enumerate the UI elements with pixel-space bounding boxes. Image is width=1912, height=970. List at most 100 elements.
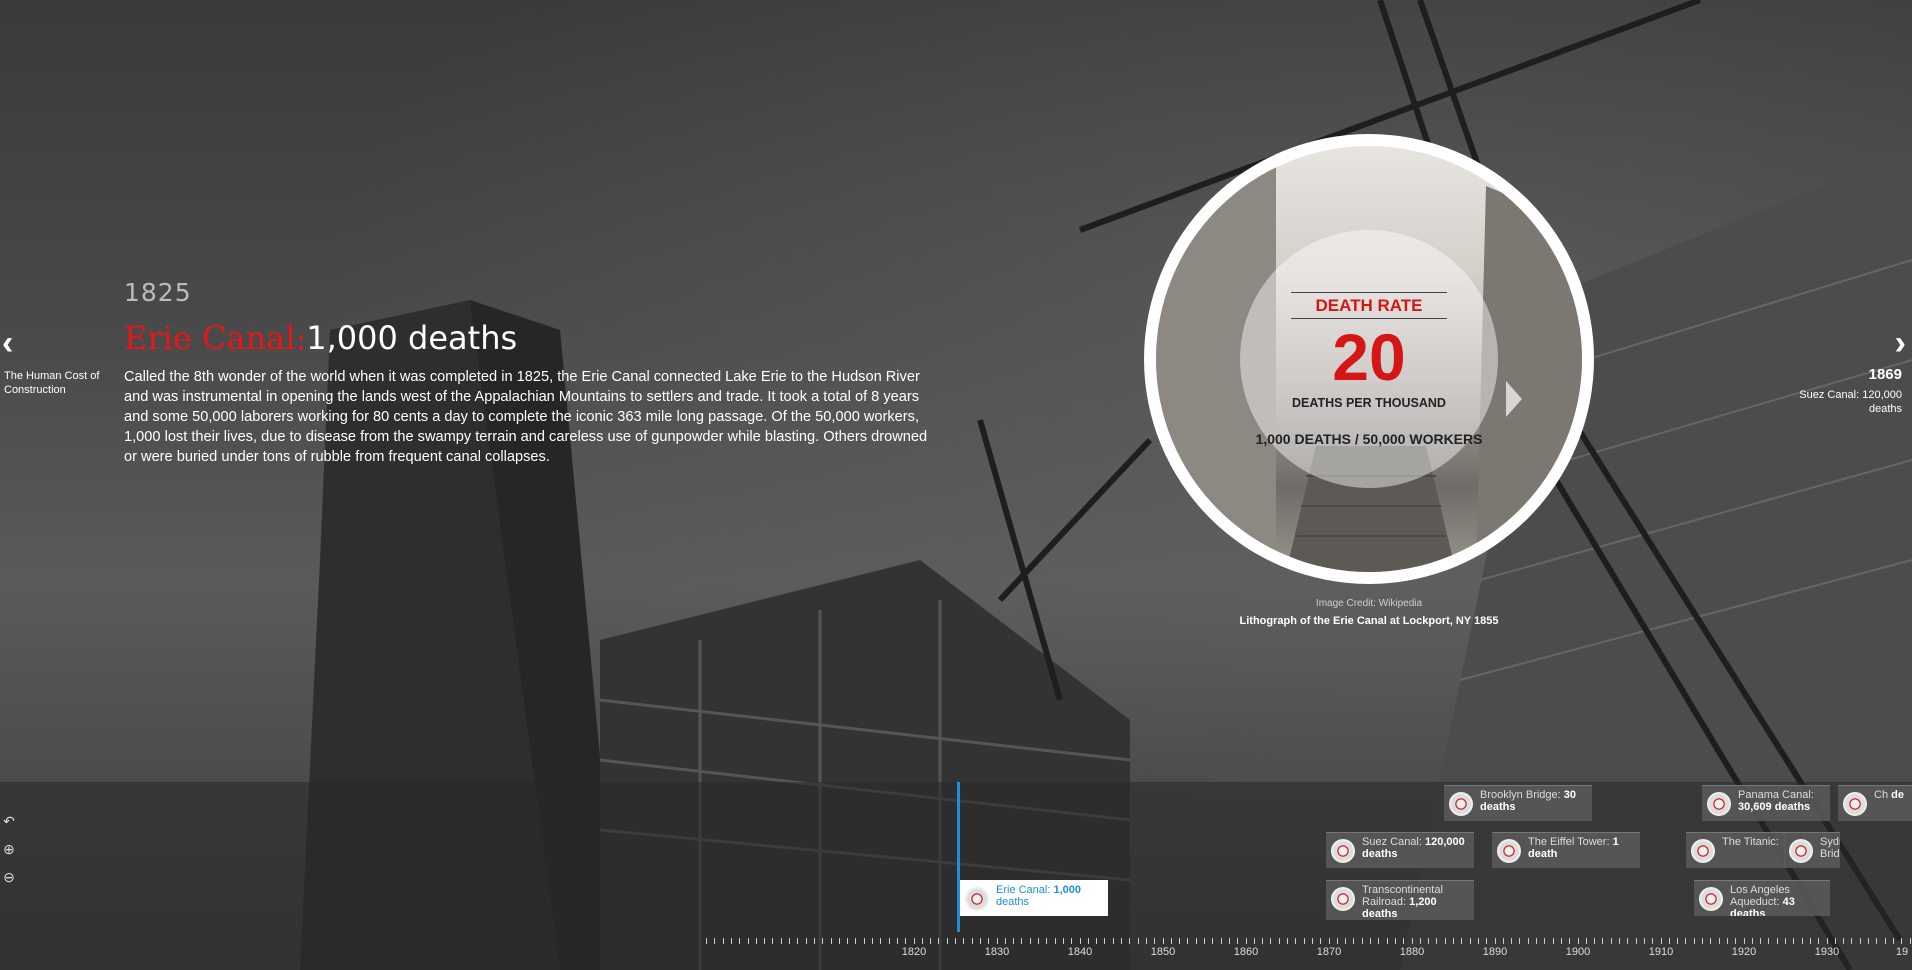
stat-label: DEATH RATE (1315, 296, 1423, 315)
axis-tick (1270, 938, 1272, 944)
slide-title: Erie Canal:1,000 deaths (124, 319, 944, 357)
axis-tick (764, 938, 766, 944)
axis-tick (1901, 938, 1903, 944)
prev-slide-label[interactable]: The Human Cost of Construction (4, 369, 104, 397)
timeline-event-panama-canal[interactable]: Panama Canal: 30,609 deaths (1702, 785, 1830, 821)
timeline-event-la-aqueduct[interactable]: Los Angeles Aqueduct: 43 deaths (1694, 880, 1830, 916)
event-deaths: 1,200 (1409, 896, 1437, 908)
axis-tick (1453, 938, 1454, 944)
event-suffix: deaths (1362, 848, 1398, 860)
axis-tick (1046, 938, 1048, 944)
axis-tick (1536, 938, 1537, 944)
slide-title-name: Erie Canal: (124, 319, 307, 357)
axis-tick (930, 938, 932, 944)
axis-tick (988, 938, 990, 944)
axis-tick (1386, 938, 1388, 944)
axis-tick (1668, 938, 1670, 944)
event-deaths: 120,000 (1425, 836, 1465, 848)
event-name: Suez Canal: (1362, 836, 1422, 848)
axis-tick (1137, 938, 1139, 944)
axis-tick (913, 938, 915, 944)
axis-tick (1544, 938, 1546, 944)
axis-tick (1303, 938, 1305, 944)
axis-label-1920: 1920 (1731, 946, 1757, 958)
event-thumbnail (965, 887, 989, 911)
axis-tick (1801, 938, 1803, 944)
axis-tick (1204, 938, 1205, 944)
axis-tick (1353, 938, 1355, 944)
timeline-axis[interactable]: 1820 1830 1840 1850 1860 1870 1880 1890 … (0, 934, 1912, 970)
death-rate-stat: DEATH RATE 20 DEATHS PER THOUSAND 1,000 … (1156, 146, 1582, 572)
back-arrow-icon[interactable]: ↶ (0, 812, 18, 830)
axis-tick (805, 938, 807, 944)
axis-label-1910: 1910 (1648, 946, 1674, 958)
axis-tick (1428, 938, 1430, 944)
axis-tick (1585, 938, 1587, 944)
timeline[interactable]: ↶ ⊕ ⊖ Erie Canal: 1,000 deaths Transcont… (0, 782, 1912, 970)
event-name: Panama Canal: (1738, 789, 1814, 801)
timeline-event-titanic[interactable]: The Titanic: (1686, 832, 1786, 868)
axis-tick (1735, 938, 1737, 944)
axis-tick (789, 938, 790, 944)
axis-tick (1610, 938, 1612, 944)
lithograph-image: DEATH RATE 20 DEATHS PER THOUSAND 1,000 … (1156, 146, 1582, 572)
image-credit: Image Credit: Wikipedia (1315, 598, 1423, 609)
axis-label-1870: 1870 (1316, 946, 1342, 958)
timeline-event-sydney-bridge[interactable]: Sydn Bridg (1784, 832, 1840, 868)
timeline-event-transcontinental[interactable]: Transcontinental Railroad: 1,200 deaths (1326, 880, 1474, 920)
timeline-event-partial[interactable]: Ch de (1838, 785, 1912, 821)
axis-tick (855, 938, 857, 944)
timeline-event-erie-canal[interactable]: Erie Canal: 1,000 deaths (960, 880, 1108, 916)
event-deaths: 1 (1612, 836, 1619, 848)
axis-tick (1843, 938, 1845, 944)
axis-tick (1726, 938, 1728, 944)
axis-tick (971, 938, 973, 944)
axis-tick (1370, 938, 1371, 944)
event-name: Brooklyn Bridge: (1480, 789, 1561, 801)
axis-tick (1776, 938, 1778, 944)
slide-body: Called the 8th wonder of the world when … (124, 369, 928, 465)
axis-label-1820: 1820 (901, 946, 927, 958)
axis-tick (1079, 938, 1081, 944)
axis-tick (830, 938, 832, 944)
zoom-in-icon[interactable]: ⊕ (0, 840, 18, 858)
next-slide-year[interactable]: 1869 (1869, 366, 1902, 383)
axis-tick (1336, 938, 1338, 944)
timeline-event-suez-canal[interactable]: Suez Canal: 120,000 deaths (1326, 832, 1474, 868)
axis-tick (1287, 938, 1288, 944)
timeline-event-eiffel-tower[interactable]: The Eiffel Tower: 1 death (1492, 832, 1640, 868)
next-slide-button[interactable]: › (1895, 326, 1906, 360)
axis-tick (1660, 938, 1662, 944)
axis-tick (979, 938, 981, 944)
prev-slide-button[interactable]: ‹ (2, 326, 13, 360)
event-name: The Titanic: (1722, 836, 1779, 848)
axis-tick (1029, 938, 1031, 944)
axis-tick (1411, 938, 1413, 944)
next-slide-label[interactable]: Suez Canal: 120,000 deaths (1792, 388, 1902, 416)
axis-tick (1038, 938, 1039, 944)
stat-ratio: 1,000 DEATHS / 50,000 WORKERS (1255, 431, 1483, 447)
event-suffix: deaths (1480, 801, 1516, 813)
axis-tick (1237, 938, 1239, 944)
axis-tick (1793, 938, 1795, 944)
event-name: Ch (1874, 789, 1889, 801)
axis-tick (1710, 938, 1712, 944)
axis-tick (1328, 938, 1330, 944)
axis-tick (1834, 938, 1836, 944)
axis-tick (1486, 938, 1488, 944)
axis-tick (1909, 938, 1911, 944)
axis-tick (1519, 938, 1521, 944)
axis-tick (1220, 938, 1222, 944)
zoom-out-icon[interactable]: ⊖ (0, 868, 18, 886)
axis-tick (1818, 938, 1820, 944)
axis-tick (1129, 938, 1131, 944)
axis-tick (880, 938, 882, 944)
axis-tick (797, 938, 799, 944)
image-caption: Lithograph of the Erie Canal at Lockport… (1239, 615, 1499, 627)
axis-tick (706, 938, 707, 944)
axis-tick (1892, 938, 1894, 944)
axis-label-1900: 1900 (1565, 946, 1591, 958)
timeline-event-brooklyn-bridge[interactable]: Brooklyn Bridge: 30 deaths (1444, 785, 1592, 821)
axis-tick (1179, 938, 1181, 944)
axis-tick (822, 938, 824, 944)
